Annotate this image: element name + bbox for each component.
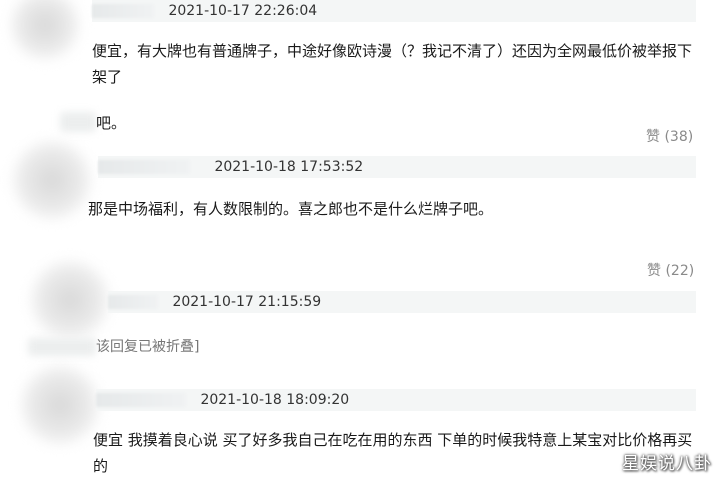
comment-text: 便宜，有大牌也有普通牌子，中途好像欧诗漫（？我记不清了）还因为全网最低价被举报下… bbox=[92, 38, 702, 90]
comment-timestamp: 2021-10-18 18:09:20 bbox=[200, 392, 350, 408]
comment-timestamp: 2021-10-17 21:15:59 bbox=[172, 294, 322, 310]
comment-header: 2021-10-17 21:15:59 bbox=[108, 291, 696, 313]
like-button[interactable]: 赞 (38) bbox=[646, 127, 693, 147]
comment-text: 那是中场福利，有人数限制的。喜之郎也不是什么烂牌子吧。 bbox=[88, 200, 494, 218]
username-redacted bbox=[98, 160, 190, 174]
comment-text: 便宜 我摸着良心说 买了好多我自己在吃在用的东西 下单的时候我特意上某宝对比价格… bbox=[93, 427, 713, 479]
watermark: 星娱说八卦 bbox=[622, 454, 712, 474]
comment-timestamp: 2021-10-17 22:26:04 bbox=[168, 3, 318, 19]
avatar bbox=[10, 0, 80, 60]
avatar bbox=[30, 260, 110, 340]
comment-header: 2021-10-18 17:53:52 bbox=[98, 156, 696, 178]
comment-text-line: 的 bbox=[93, 457, 109, 475]
username-redacted bbox=[108, 295, 158, 309]
reply-snippet: 吧。 bbox=[96, 114, 127, 132]
comment-text-line: 便宜，有大牌也有普通牌子，中途好像欧诗漫（？我记不清了）还因为全网最低价被举报下 bbox=[92, 42, 693, 60]
redacted-text bbox=[60, 112, 96, 132]
redacted-text bbox=[28, 338, 96, 356]
avatar bbox=[12, 140, 92, 220]
username-redacted bbox=[92, 4, 154, 18]
username-redacted bbox=[96, 393, 186, 407]
comment-text-line: 便宜 我摸着良心说 买了好多我自己在吃在用的东西 下单的时候我特意上某宝对比价格… bbox=[93, 431, 693, 449]
comment-header: 2021-10-18 18:09:20 bbox=[96, 389, 696, 411]
like-button[interactable]: 赞 (22) bbox=[647, 261, 694, 281]
comment-header: 2021-10-17 22:26:04 bbox=[92, 0, 696, 22]
folded-reply-notice[interactable]: 该回复已被折叠] bbox=[96, 337, 199, 357]
comment-text-line: 架了 bbox=[92, 68, 123, 86]
comment-timestamp: 2021-10-18 17:53:52 bbox=[214, 159, 364, 175]
avatar bbox=[20, 365, 100, 445]
